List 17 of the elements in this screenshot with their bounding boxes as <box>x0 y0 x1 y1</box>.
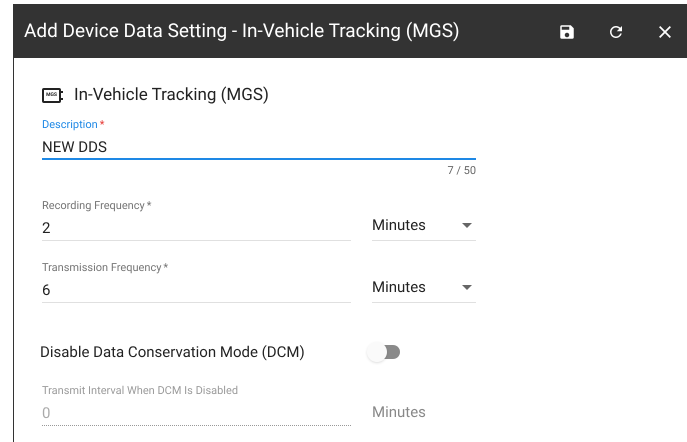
number-field[interactable]: 2 <box>42 218 351 241</box>
field-label: Recording Frequency * <box>42 199 152 213</box>
unit-select[interactable]: Minutes <box>372 216 476 241</box>
toggle-label: Disable Data Conservation Mode (DCM) <box>40 342 306 363</box>
window-title: Add Device Data Setting - In-Vehicle Tracking (MGS) <box>24 18 461 44</box>
field-label: Description * <box>42 118 106 132</box>
character-counter: 7 / 50 <box>446 162 476 178</box>
close-icon <box>657 24 673 40</box>
description-field[interactable]: NEW DDS <box>42 136 476 160</box>
field-label: Transmission Frequency * <box>42 261 170 275</box>
caret-icon <box>462 223 472 228</box>
field-label: Transmit Interval When DCM Is Disabled <box>42 384 240 398</box>
number-field[interactable]: 6 <box>42 280 351 303</box>
unit-select[interactable]: Minutes <box>372 278 476 303</box>
device-name: In-Vehicle Tracking (MGS) <box>74 84 269 107</box>
caret-icon <box>462 285 472 290</box>
unit-text: Minutes <box>372 402 427 422</box>
